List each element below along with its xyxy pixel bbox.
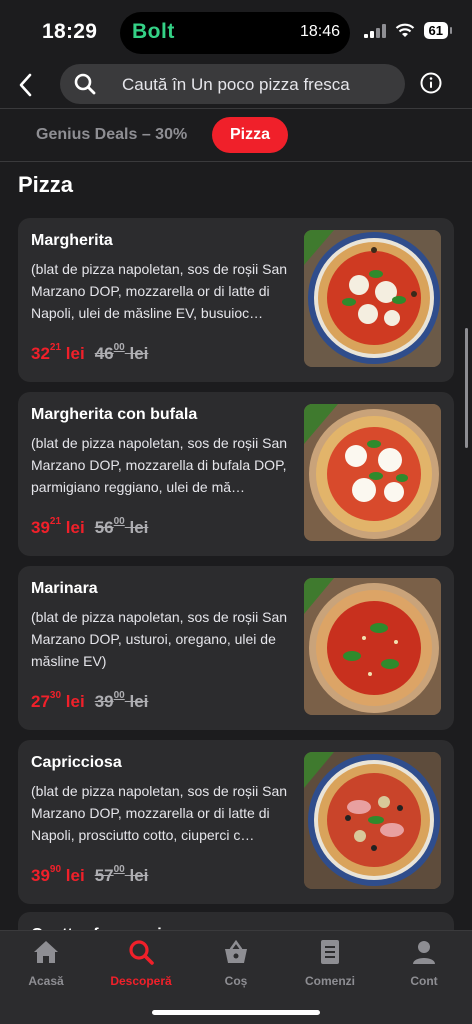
- home-icon: [34, 941, 58, 963]
- old-price: 4600 lei: [94, 342, 149, 363]
- nav-label: Acasă: [28, 974, 64, 988]
- search-placeholder: Caută în Un poco pizza fresca: [122, 75, 350, 94]
- item-description: (blat de pizza napoletan, sos de roșii S…: [31, 261, 288, 321]
- home-indicator[interactable]: [152, 1010, 320, 1015]
- dynamic-island[interactable]: Bolt 18:46: [120, 12, 350, 54]
- menu-item-card[interactable]: Margherita con bufala (blat de pizza nap…: [18, 392, 454, 556]
- item-name: Margherita: [31, 232, 113, 249]
- menu-item-card[interactable]: Marinara (blat de pizza napoletan, sos d…: [18, 566, 454, 730]
- profile-icon: [413, 941, 435, 964]
- nav-label: Comenzi: [304, 974, 355, 988]
- wifi-icon: [395, 23, 414, 37]
- back-button[interactable]: [12, 70, 40, 100]
- pizza-image: [304, 404, 441, 541]
- item-name: Margherita con bufala: [31, 406, 198, 423]
- item-name: Marinara: [31, 580, 98, 597]
- item-description: (blat de pizza napoletan, sos de roșii S…: [31, 609, 288, 669]
- nav-item-cart[interactable]: Coș: [196, 939, 276, 988]
- battery-indicator: 61: [423, 22, 453, 39]
- tab-genius-deals[interactable]: Genius Deals – 30%: [18, 117, 205, 153]
- pizza-image: [304, 752, 441, 889]
- status-icons: 61: [363, 22, 453, 39]
- pizza-image: [304, 230, 441, 367]
- bolt-logo: Bolt: [132, 20, 175, 43]
- nav-label: Cont: [410, 974, 438, 988]
- signal-icon: [363, 23, 386, 38]
- item-price: 3921 lei 5600 lei: [31, 516, 149, 537]
- category-tabs: Genius Deals – 30% Pizza: [0, 108, 472, 162]
- item-description: (blat de pizza napoletan, sos de roșii S…: [31, 435, 288, 495]
- nav-label: Coș: [224, 974, 248, 988]
- nav-item-orders[interactable]: Comenzi: [290, 939, 370, 988]
- item-description: (blat de pizza napoletan, sos de roșii S…: [31, 783, 288, 843]
- app-root: 18:29 Bolt 18:46 61 Caută în Un poco piz…: [0, 0, 472, 1024]
- chevron-left-icon: [19, 73, 32, 97]
- nav-item-account[interactable]: Cont: [384, 939, 464, 988]
- section-title: Pizza: [18, 172, 74, 197]
- item-name: Capricciosa: [31, 754, 122, 771]
- search-header: Caută în Un poco pizza fresca: [0, 62, 472, 108]
- menu-item-card[interactable]: Margherita (blat de pizza napoletan, sos…: [18, 218, 454, 382]
- orders-icon: [321, 940, 339, 964]
- menu-item-card[interactable]: Capricciosa (blat de pizza napoletan, so…: [18, 740, 454, 904]
- pizza-image: [304, 578, 441, 715]
- search-input[interactable]: Caută în Un poco pizza fresca: [60, 64, 405, 104]
- item-price: 3221 lei 4600 lei: [31, 342, 149, 363]
- status-time: 18:29: [42, 20, 98, 43]
- nav-item-discover[interactable]: Descoperă: [101, 939, 181, 988]
- search-icon: [74, 73, 96, 95]
- island-time: 18:46: [299, 23, 340, 40]
- nav-label: Descoperă: [110, 974, 172, 988]
- nav-item-home[interactable]: Acasă: [6, 939, 86, 988]
- item-price: 3990 lei 5700 lei: [31, 864, 149, 885]
- basket-icon: [225, 939, 247, 963]
- old-price: 5700 lei: [94, 864, 149, 885]
- item-price: 2730 lei 3900 lei: [31, 690, 149, 711]
- info-icon[interactable]: [420, 72, 442, 94]
- old-price: 5600 lei: [94, 516, 149, 537]
- old-price: 3900 lei: [94, 690, 149, 711]
- scrollbar[interactable]: [465, 328, 468, 448]
- search-icon: [129, 940, 154, 965]
- tab-pizza[interactable]: Pizza: [212, 117, 289, 153]
- status-bar: 18:29 Bolt 18:46 61: [0, 0, 472, 62]
